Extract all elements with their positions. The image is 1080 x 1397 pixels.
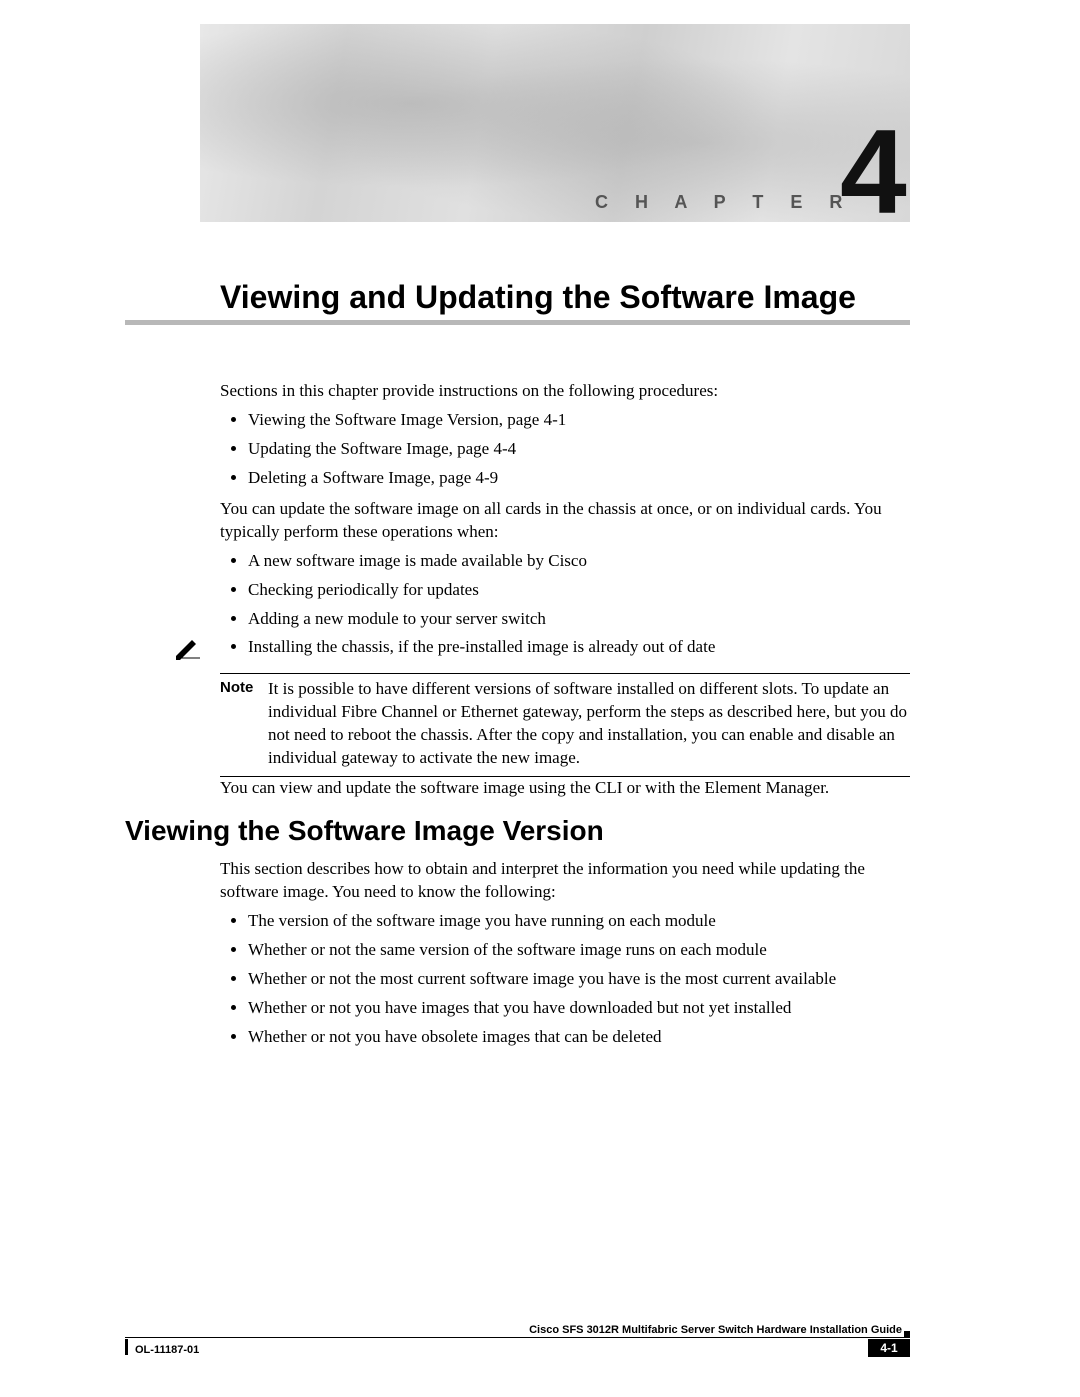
list-item: Installing the chassis, if the pre-insta… [248, 636, 910, 659]
toc-list: Viewing the Software Image Version, page… [220, 409, 910, 490]
page-footer: Cisco SFS 3012R Multifabric Server Switc… [125, 1327, 910, 1367]
pencil-icon [174, 636, 204, 660]
footer-doc-id: OL-11187-01 [135, 1343, 199, 1358]
list-item: A new software image is made available b… [248, 550, 910, 573]
section-para: This section describes how to obtain and… [220, 858, 910, 904]
list-item: Whether or not you have obsolete images … [248, 1026, 910, 1049]
intro-para2: You can update the software image on all… [220, 498, 910, 544]
footer-guide-title: Cisco SFS 3012R Multifabric Server Switc… [521, 1323, 902, 1338]
list-item: Whether or not the most current software… [248, 968, 910, 991]
section-heading: Viewing the Software Image Version [125, 812, 604, 850]
toc-item: Viewing the Software Image Version, page… [248, 409, 910, 432]
list-item: Adding a new module to your server switc… [248, 608, 910, 631]
after-note-para: You can view and update the software ima… [220, 777, 910, 800]
list-item: Whether or not you have images that you … [248, 997, 910, 1020]
list-item: Checking periodically for updates [248, 579, 910, 602]
chapter-label: C H A P T E R [595, 190, 853, 214]
toc-item: Deleting a Software Image, page 4-9 [248, 467, 910, 490]
chapter-intro: Sections in this chapter provide instruc… [220, 380, 910, 806]
footer-rule [125, 1337, 910, 1338]
page: C H A P T E R 4 Viewing and Updating the… [0, 0, 1080, 1397]
note-text: It is possible to have different version… [268, 678, 910, 770]
list-item: Whether or not the same version of the s… [248, 939, 910, 962]
footer-left-bar [125, 1339, 128, 1355]
footer-page-number: 4-1 [868, 1339, 910, 1357]
toc-item: Updating the Software Image, page 4-4 [248, 438, 910, 461]
section-list: The version of the software image you ha… [220, 910, 910, 1049]
title-rule [125, 320, 910, 325]
note-block: Note It is possible to have different ve… [220, 673, 910, 777]
intro-lead: Sections in this chapter provide instruc… [220, 380, 910, 403]
list-item: The version of the software image you ha… [248, 910, 910, 933]
note-top-rule [220, 673, 910, 674]
note-label: Note [220, 678, 268, 770]
section-content: This section describes how to obtain and… [220, 858, 910, 1057]
when-list: A new software image is made available b… [220, 550, 910, 660]
chapter-number: 4 [840, 112, 907, 232]
